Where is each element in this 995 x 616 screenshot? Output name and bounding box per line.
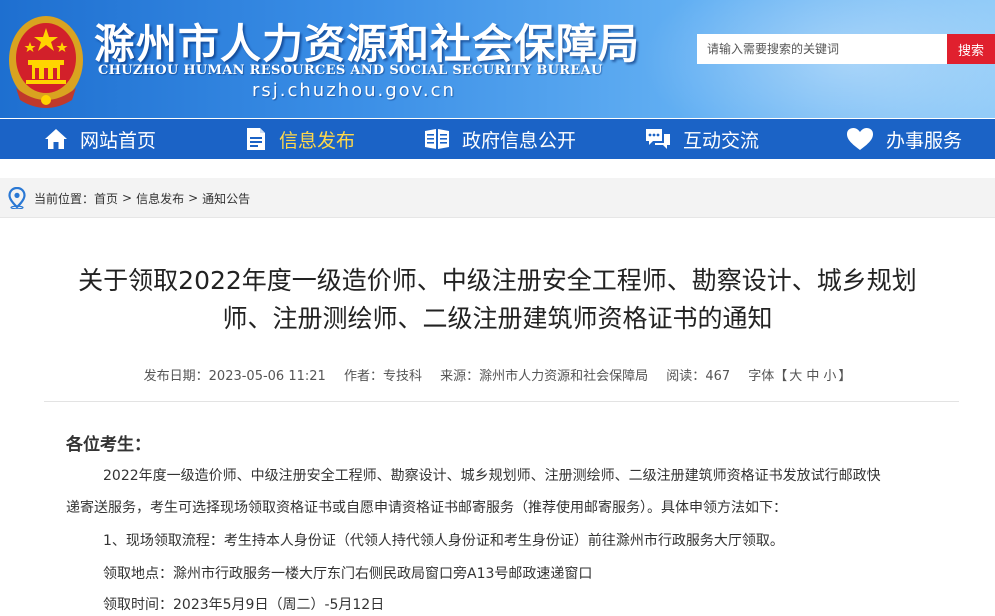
- breadcrumb-separator: >: [188, 191, 199, 205]
- meta-source: 来源：滁州市人力资源和社会保障局: [440, 369, 648, 384]
- font-size-close: 】: [838, 369, 852, 384]
- meta-source-label: 来源：: [440, 369, 480, 384]
- breadcrumb-link-notices[interactable]: 通知公告: [202, 190, 250, 207]
- meta-views-value: 467: [705, 369, 731, 384]
- breadcrumb-link-info-release[interactable]: 信息发布: [136, 190, 184, 207]
- meta-author: 作者：专技科: [344, 369, 422, 384]
- meta-source-value: 滁州市人力资源和社会保障局: [479, 369, 649, 384]
- meta-date-value: 2023-05-06 11:21: [208, 369, 326, 384]
- nav-item-interaction[interactable]: 互动交流: [645, 119, 759, 159]
- article-paragraph: 2022年度一级造价师、中级注册安全工程师、勘察设计、城乡规划师、注册测绘师、二…: [103, 468, 881, 484]
- meta-author-value: 专技科: [382, 369, 422, 384]
- font-size-large[interactable]: 大: [789, 369, 802, 384]
- article-paragraph: 1、现场领取流程：考生持本人身份证（代领人持代领人身份证和考生身份证）前往滁州市…: [103, 533, 784, 549]
- article-title-line: 师、注册测绘师、二级注册建筑师资格证书的通知: [222, 304, 773, 333]
- nav-item-label: 信息发布: [279, 129, 356, 152]
- meta-date-label: 发布日期：: [143, 369, 209, 384]
- search-input[interactable]: [697, 34, 948, 64]
- font-size-control: 字体【大中小】: [748, 369, 851, 384]
- site-header: 滁州市人力资源和社会保障局 CHUZHOU HUMAN RESOURCES AN…: [0, 0, 995, 118]
- article-salutation: 各位考生：: [66, 435, 151, 455]
- breadcrumb: 当前位置： 首页 > 信息发布 > 通知公告: [8, 178, 250, 218]
- meta-views-label: 阅读：: [666, 369, 706, 384]
- national-emblem-icon: [9, 16, 83, 108]
- meta-date: 发布日期：2023-05-06 11:21: [144, 369, 326, 384]
- nav-item-label: 网站首页: [80, 129, 157, 152]
- site-domain: rsj.chuzhou.gov.cn: [252, 80, 456, 101]
- article-meta: 发布日期：2023-05-06 11:21 作者：专技科 来源：滁州市人力资源和…: [0, 365, 995, 384]
- book-icon: [425, 129, 449, 149]
- article-paragraph: 领取地点：滁州市行政服务一楼大厅东门右侧民政局窗口旁A13号邮政速递窗口: [103, 566, 593, 582]
- search-button[interactable]: 搜索: [947, 34, 995, 64]
- document-icon: [247, 128, 265, 150]
- breadcrumb-separator: >: [122, 191, 133, 205]
- site-title-english: CHUZHOU HUMAN RESOURCES AND SOCIAL SECUR…: [98, 63, 603, 78]
- article-title-line: 关于领取2022年度一级造价师、中级注册安全工程师、勘察设计、城乡规划: [78, 266, 917, 295]
- nav-item-info-release[interactable]: 信息发布: [245, 119, 355, 159]
- font-size-label: 字体【: [748, 369, 788, 384]
- location-pin-icon: [8, 187, 26, 209]
- font-size-medium[interactable]: 中: [806, 369, 819, 384]
- font-size-small[interactable]: 小: [823, 369, 836, 384]
- meta-divider: [44, 401, 959, 402]
- meta-author-label: 作者：: [343, 369, 383, 384]
- nav-item-services[interactable]: 办事服务: [846, 119, 962, 159]
- heart-icon: [847, 128, 873, 150]
- main-nav: 网站首页 信息发布 政府信息公开 互动交流 办事服务: [0, 119, 995, 159]
- home-icon: [45, 129, 67, 149]
- article-paragraph: 领取时间：2023年5月9日（周二）-5月12日: [103, 597, 385, 613]
- article-title: 关于领取2022年度一级造价师、中级注册安全工程师、勘察设计、城乡规划 师、注册…: [40, 262, 955, 338]
- breadcrumb-prefix: 当前位置：: [34, 191, 95, 206]
- nav-item-label: 政府信息公开: [462, 129, 577, 152]
- nav-item-gov-info[interactable]: 政府信息公开: [424, 119, 576, 159]
- breadcrumb-link-home[interactable]: 首页: [94, 190, 118, 207]
- chat-icon: [646, 129, 670, 149]
- site-title: 滁州市人力资源和社会保障局: [94, 20, 640, 68]
- nav-item-label: 互动交流: [683, 129, 760, 152]
- nav-item-home[interactable]: 网站首页: [44, 119, 156, 159]
- breadcrumb-bar: 当前位置： 首页 > 信息发布 > 通知公告: [0, 178, 995, 218]
- nav-item-label: 办事服务: [886, 129, 963, 152]
- article-paragraph: 递寄送服务，考生可选择现场领取资格证书或自愿申请资格证书邮寄服务（推荐使用邮寄服…: [66, 500, 787, 516]
- meta-views: 阅读：467: [666, 369, 730, 384]
